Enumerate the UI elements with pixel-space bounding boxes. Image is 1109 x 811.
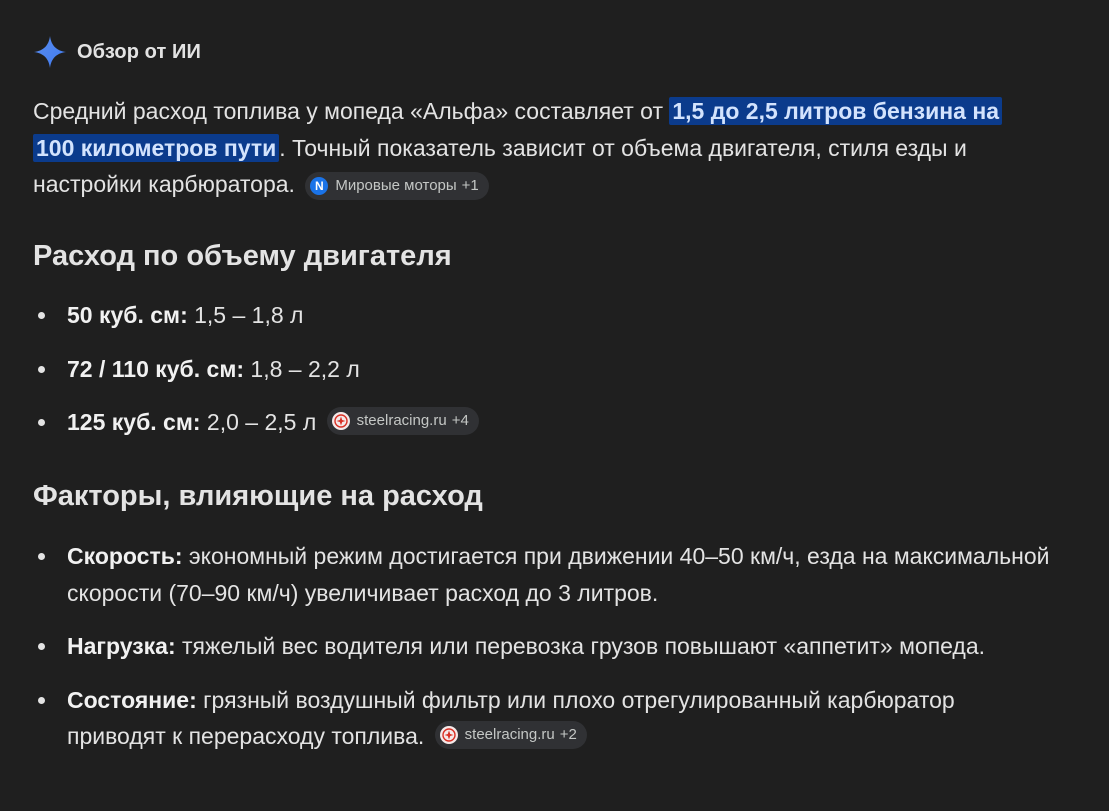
list-item-text: 1,8 – 2,2 л: [244, 355, 360, 382]
source-chip-steelracing[interactable]: steelracing.ru +4: [326, 407, 479, 435]
engine-volume-list: 50 куб. см: 1,5 – 1,8 л 72 / 110 куб. см…: [33, 297, 1053, 458]
list-item-label: Нагрузка:: [67, 633, 176, 659]
steelracing-logo-icon: [439, 726, 458, 744]
section-title-factors: Факторы, влияющие на расход: [33, 480, 483, 512]
steelracing-logo-icon: [331, 412, 350, 430]
intro-paragraph: Средний расход топлива у мопеда «Альфа» …: [33, 93, 1033, 203]
list-item-label: 125 куб. см:: [67, 409, 201, 435]
list-item: 50 куб. см: 1,5 – 1,8 л: [33, 297, 1053, 334]
list-item-text: тяжелый вес водителя или перевозка грузо…: [175, 633, 986, 659]
n-logo-icon: N: [310, 177, 329, 196]
source-chip-steelracing[interactable]: steelracing.ru +2: [434, 721, 587, 749]
list-item-label: 50 куб. см:: [67, 302, 188, 328]
intro-text-start: Средний расход топлива у мопеда «Альфа» …: [33, 98, 670, 124]
source-chip-count: +1: [461, 177, 479, 194]
list-item-text: экономный режим достигается при движении…: [67, 543, 1050, 606]
list-item-label: 72 / 110 куб. см:: [67, 355, 245, 382]
factors-list: Скорость: экономный режим достигается пр…: [33, 538, 1053, 772]
source-chip-mirovye-motory[interactable]: N Мировые моторы +1: [305, 172, 489, 201]
source-chip-name: steelracing.ru: [356, 411, 447, 429]
section-title-engine-volume: Расход по объему двигателя: [33, 240, 452, 272]
list-item-text: 1,5 – 1,8 л: [187, 302, 304, 328]
list-item: 125 куб. см: 2,0 – 2,5 л steelracing.ru …: [33, 404, 1053, 441]
ai-overview-header: Обзор от ИИ: [33, 32, 201, 72]
list-item: Скорость: экономный режим достигается пр…: [33, 538, 1053, 611]
sparkle-icon: [33, 35, 67, 69]
ai-overview-title: Обзор от ИИ: [77, 40, 202, 63]
list-item-label: Скорость:: [67, 543, 183, 569]
list-item: Состояние: грязный воздушный фильтр или …: [33, 682, 1053, 755]
source-chip-name: steelracing.ru: [464, 725, 555, 743]
list-item-text: 2,0 – 2,5 л: [200, 409, 317, 435]
source-chip-name: Мировые моторы: [335, 177, 457, 194]
source-chip-count: +4: [451, 411, 469, 429]
list-item-label: Состояние:: [67, 686, 197, 713]
list-item: Нагрузка: тяжелый вес водителя или перев…: [33, 628, 1053, 665]
list-item: 72 / 110 куб. см: 1,8 – 2,2 л: [33, 351, 1053, 388]
source-chip-count: +2: [559, 725, 577, 743]
